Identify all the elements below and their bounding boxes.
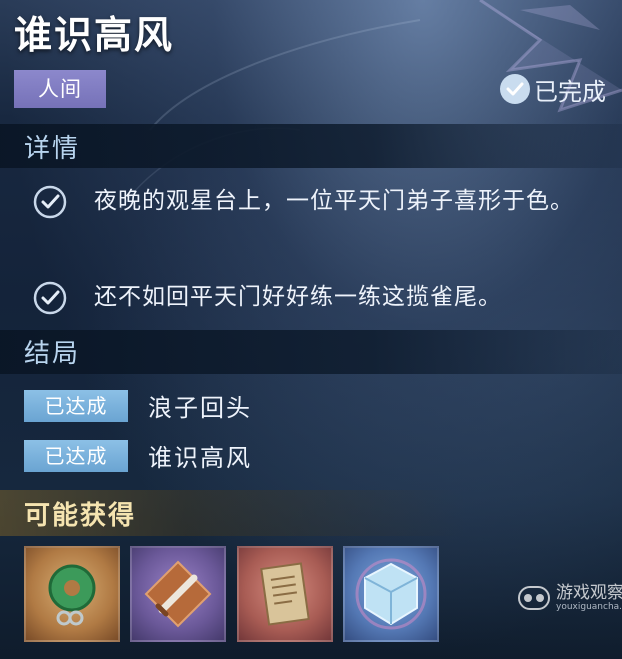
check-circle-icon	[33, 281, 67, 315]
quest-detail-panel: 谁识高风 人间 已完成 详情 夜晚的观星台上，一位平天门弟子喜形于色。 还不如回…	[0, 0, 622, 659]
endings-heading: 结局	[24, 339, 81, 369]
detail-item: 夜晚的观星台上，一位平天门弟子喜形于色。	[32, 180, 612, 223]
rewards-heading: 可能获得	[24, 501, 137, 531]
dagger-icon	[144, 560, 212, 628]
reward-item-jade-pendant[interactable]	[24, 546, 120, 642]
binoculars-logo-icon	[518, 586, 550, 610]
jade-pendant-icon	[48, 564, 96, 626]
watermark-text: 游戏观察 youxiguancha.com	[556, 584, 622, 612]
watermark: 游戏观察 youxiguancha.com	[518, 584, 622, 612]
detail-text: 夜晚的观星台上，一位平天门弟子喜形于色。	[94, 188, 574, 214]
completion-status: 已完成	[500, 70, 606, 108]
completion-status-label: 已完成	[534, 77, 606, 106]
details-section-bar	[0, 124, 622, 168]
scroll-icon	[260, 562, 310, 626]
detail-item: 还不如回平天门好好练一练这揽雀尾。	[32, 276, 612, 319]
check-circle-icon	[33, 185, 67, 219]
endings-section-bar	[0, 330, 622, 374]
ending-item: 已达成 浪子回头	[24, 388, 252, 423]
watermark-name: 游戏观察	[556, 583, 622, 603]
region-tag: 人间	[14, 70, 106, 108]
ending-name: 浪子回头	[148, 394, 252, 422]
reward-item-dagger[interactable]	[130, 546, 226, 642]
reward-item-crystal-cube[interactable]	[343, 546, 439, 642]
achieved-badge: 已达成	[24, 389, 128, 422]
reward-item-scroll[interactable]	[237, 546, 333, 642]
quest-title: 谁识高风	[14, 13, 175, 57]
watermark-url: youxiguancha.com	[556, 602, 622, 612]
check-circle-icon	[500, 74, 530, 104]
ending-item: 已达成 谁识高风	[24, 438, 252, 473]
detail-text: 还不如回平天门好好练一练这揽雀尾。	[94, 284, 502, 310]
details-heading: 详情	[24, 134, 81, 164]
ending-name: 谁识高风	[148, 444, 252, 472]
crystal-cube-icon	[355, 558, 427, 630]
achieved-badge: 已达成	[24, 439, 128, 472]
